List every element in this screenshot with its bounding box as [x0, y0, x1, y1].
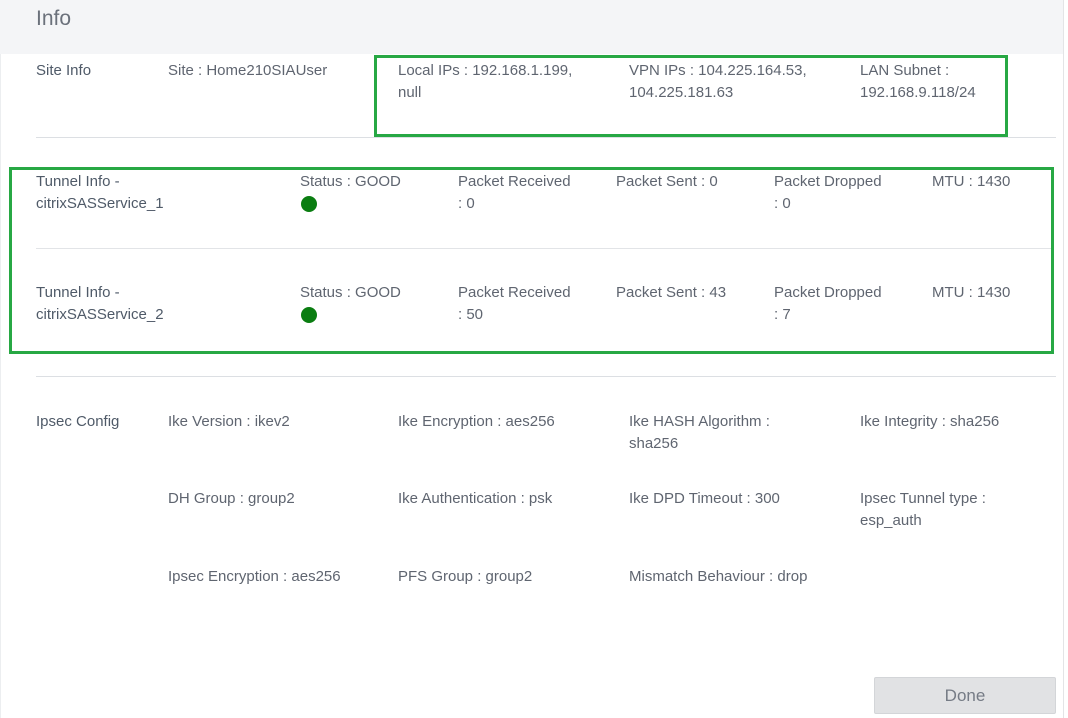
site-info-label: Site Info	[36, 62, 92, 79]
ike-integrity: Ike Integrity : sha256	[860, 413, 1000, 430]
dialog-right-border	[1063, 0, 1064, 718]
ipsec-tunnel-type-label: Ipsec Tunnel type :	[860, 490, 986, 507]
mismatch-behaviour: Mismatch Behaviour : drop	[629, 568, 808, 585]
ipsec-encryption: Ipsec Encryption : aes256	[168, 568, 341, 585]
ike-dpd-timeout: Ike DPD Timeout : 300	[629, 490, 780, 507]
ike-hash-value: sha256	[629, 435, 679, 452]
dialog-header: Info	[0, 0, 1063, 54]
site-name: Site : Home210SIAUser	[168, 62, 328, 79]
ike-version: Ike Version : ikev2	[168, 413, 290, 430]
ip-highlight-box	[374, 55, 1008, 137]
section-divider	[36, 137, 1056, 138]
ike-encryption: Ike Encryption : aes256	[398, 413, 555, 430]
pfs-group: PFS Group : group2	[398, 568, 533, 585]
ipsec-config-label: Ipsec Config	[36, 413, 120, 430]
done-button[interactable]: Done	[874, 677, 1056, 714]
dialog-title: Info	[36, 7, 72, 30]
ipsec-tunnel-type-value: esp_auth	[860, 512, 922, 529]
ike-authentication: Ike Authentication : psk	[398, 490, 553, 507]
dh-group: DH Group : group2	[168, 490, 295, 507]
dialog-left-border	[0, 54, 1, 718]
tunnel-highlight-box	[9, 167, 1054, 354]
section-divider	[36, 376, 1056, 377]
ike-hash-label: Ike HASH Algorithm :	[629, 413, 770, 430]
